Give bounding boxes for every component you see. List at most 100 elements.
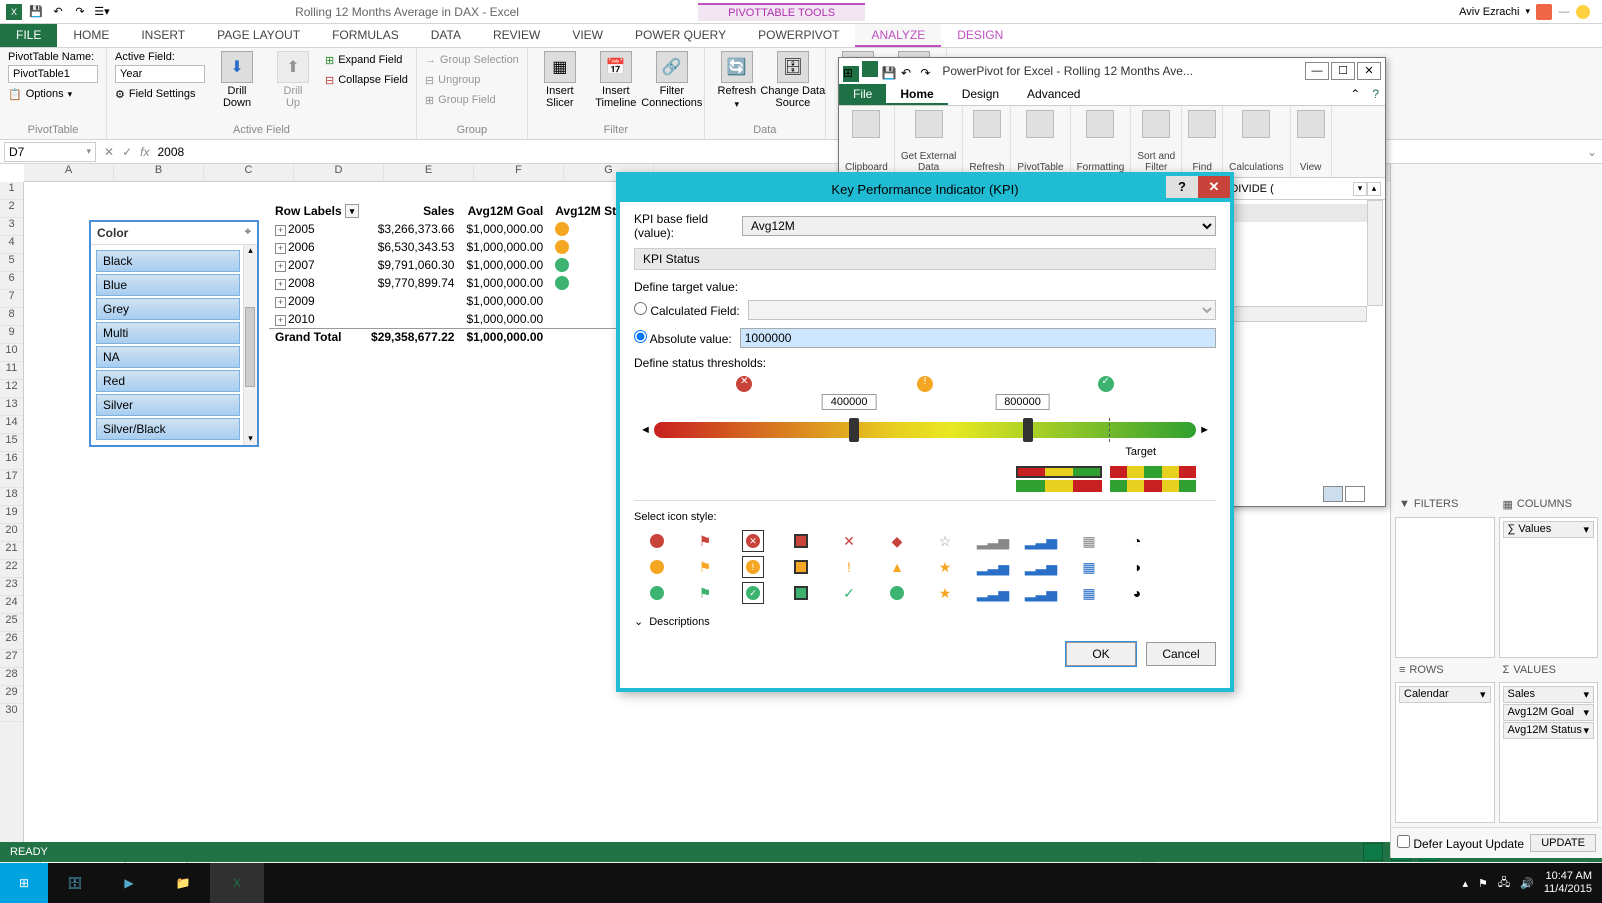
values-chip-status[interactable]: Avg12M Status▾ — [1503, 722, 1595, 739]
tab-home[interactable]: HOME — [57, 24, 125, 47]
row-header[interactable]: 14 — [0, 416, 23, 434]
undo-icon[interactable]: ↶ — [50, 4, 66, 20]
row-header[interactable]: 3 — [0, 218, 23, 236]
kpi-dialog-title[interactable]: Key Performance Indicator (KPI) ? ✕ — [620, 176, 1230, 202]
pp-redo-icon[interactable]: ↷ — [920, 66, 936, 82]
icon-style-option[interactable]: ! — [838, 556, 860, 578]
row-header[interactable]: 27 — [0, 650, 23, 668]
icon-style-option[interactable]: ▂▃▅ — [1030, 556, 1052, 578]
row-header[interactable]: 24 — [0, 596, 23, 614]
clear-filter-icon[interactable]: ⌖ — [245, 226, 251, 240]
rows-box[interactable]: Calendar▾ — [1395, 682, 1495, 823]
taskbar-excel-icon[interactable]: X — [210, 863, 264, 903]
kpi-cancel-button[interactable]: Cancel — [1146, 642, 1216, 666]
tray-volume-icon[interactable]: 🔊 — [1520, 877, 1534, 890]
row-header[interactable]: 8 — [0, 308, 23, 326]
active-field-input[interactable] — [115, 65, 205, 83]
kpi-base-select[interactable]: Avg12M — [742, 216, 1216, 236]
row-header[interactable]: 26 — [0, 632, 23, 650]
tray-network-icon[interactable]: 🖧 — [1498, 874, 1510, 893]
expand-formula-icon[interactable]: ⌄ — [1582, 145, 1602, 159]
row-header[interactable]: 7 — [0, 290, 23, 308]
icon-style-option[interactable] — [790, 530, 812, 552]
tab-view[interactable]: VIEW — [556, 24, 619, 47]
icon-style-option[interactable] — [790, 556, 812, 578]
thresh-high-value[interactable]: 800000 — [995, 394, 1050, 410]
icon-style-option[interactable]: ▂▃▅ — [1030, 582, 1052, 604]
update-button[interactable]: UPDATE — [1530, 834, 1596, 852]
normal-view-icon[interactable] — [1363, 843, 1383, 861]
defer-update-checkbox[interactable]: Defer Layout Update — [1397, 835, 1524, 851]
save-icon[interactable]: 💾 — [28, 4, 44, 20]
pivot-row-label[interactable]: +2007 — [269, 256, 365, 274]
pp-tab-file[interactable]: File — [839, 84, 886, 105]
icon-style-option[interactable]: ✓ — [838, 582, 860, 604]
pivot-header-rowlabels[interactable]: Row Labels ▾ — [269, 202, 365, 220]
icon-style-option[interactable]: ✕ — [838, 530, 860, 552]
pp-close-button[interactable]: ✕ — [1357, 62, 1381, 80]
style-swatch-4[interactable] — [1110, 480, 1196, 492]
icon-style-option[interactable]: ◑ — [1126, 556, 1148, 578]
icon-style-option[interactable]: ★ — [934, 556, 956, 578]
icon-style-option[interactable]: ✕ — [742, 530, 764, 552]
columns-chip[interactable]: ∑ Values▾ — [1503, 521, 1595, 538]
icon-style-option[interactable]: ⚑ — [694, 530, 716, 552]
icon-style-option[interactable] — [646, 530, 668, 552]
insert-slicer-button[interactable]: ▦Insert Slicer — [536, 51, 584, 109]
expand-icon[interactable]: + — [275, 297, 286, 308]
pp-collapse-ribbon-icon[interactable]: ⌃ — [1344, 84, 1366, 105]
touch-mode-icon[interactable]: ☰▾ — [94, 4, 110, 20]
slicer-item[interactable]: Silver — [96, 394, 240, 416]
pp-ribbon-group[interactable]: Sort and Filter — [1131, 106, 1182, 177]
taskbar-server-manager-icon[interactable]: 🗄 — [48, 863, 102, 903]
col-header[interactable]: E — [384, 164, 474, 182]
slicer-item[interactable]: Silver/Black — [96, 418, 240, 440]
pp-tab-home[interactable]: Home — [886, 84, 947, 105]
thresh-low-value[interactable]: 400000 — [822, 394, 877, 410]
icon-style-option[interactable]: ◔ — [1126, 530, 1148, 552]
tab-data[interactable]: DATA — [415, 24, 477, 47]
row-header[interactable]: 17 — [0, 470, 23, 488]
pp-help-icon[interactable]: ? — [1366, 84, 1385, 105]
taskbar-clock[interactable]: 10:47 AM11/4/2015 — [1544, 870, 1592, 896]
pp-vscrollbar[interactable] — [1367, 200, 1383, 306]
row-header[interactable]: 25 — [0, 614, 23, 632]
enter-formula-icon[interactable]: ✓ — [122, 145, 132, 159]
pivot-table[interactable]: Row Labels ▾ Sales Avg12M Goal Avg12M St… — [269, 202, 647, 346]
taskbar-powershell-icon[interactable]: ▶ — [102, 863, 156, 903]
tab-page-layout[interactable]: PAGE LAYOUT — [201, 24, 316, 47]
row-header[interactable]: 12 — [0, 380, 23, 398]
values-chip-goal[interactable]: Avg12M Goal▾ — [1503, 704, 1595, 721]
row-header[interactable]: 13 — [0, 398, 23, 416]
filter-connections-button[interactable]: 🔗Filter Connections — [648, 51, 696, 109]
icon-style-option[interactable]: ▦ — [1078, 582, 1100, 604]
style-swatch-1[interactable] — [1016, 466, 1102, 478]
tab-powerpivot[interactable]: POWERPIVOT — [742, 24, 855, 47]
filters-box[interactable] — [1395, 517, 1495, 658]
icon-style-option[interactable]: ▦ — [1078, 530, 1100, 552]
slicer-scrollbar[interactable]: ▴ ▾ — [243, 245, 257, 445]
row-header[interactable]: 22 — [0, 560, 23, 578]
user-name[interactable]: Aviv Ezrachi — [1459, 6, 1519, 18]
tab-design[interactable]: DESIGN — [941, 24, 1019, 47]
pp-ribbon-group[interactable]: Get External Data — [895, 106, 964, 177]
pp-ribbon-group[interactable]: View — [1291, 106, 1332, 177]
col-header[interactable]: B — [114, 164, 204, 182]
thresh-handle-high[interactable] — [1023, 418, 1033, 442]
insert-timeline-button[interactable]: 📅Insert Timeline — [592, 51, 640, 109]
slicer-item[interactable]: Red — [96, 370, 240, 392]
icon-style-option[interactable]: ▲ — [886, 556, 908, 578]
pp-maximize-button[interactable]: ☐ — [1331, 62, 1355, 80]
row-header[interactable]: 9 — [0, 326, 23, 344]
rowlabels-dropdown-icon[interactable]: ▾ — [345, 204, 359, 218]
col-header[interactable]: D — [294, 164, 384, 182]
pp-formula-expand-down-icon[interactable]: ▾ — [1353, 182, 1367, 196]
start-button[interactable]: ⊞ — [0, 863, 48, 903]
row-header[interactable]: 16 — [0, 452, 23, 470]
row-header[interactable]: 15 — [0, 434, 23, 452]
icon-style-option[interactable] — [646, 582, 668, 604]
tray-up-icon[interactable]: ▴ — [1463, 877, 1469, 890]
pp-tab-design[interactable]: Design — [948, 84, 1013, 105]
pivot-row-label[interactable]: +2008 — [269, 274, 365, 292]
collapse-field-button[interactable]: ⊟Collapse Field — [325, 71, 408, 89]
